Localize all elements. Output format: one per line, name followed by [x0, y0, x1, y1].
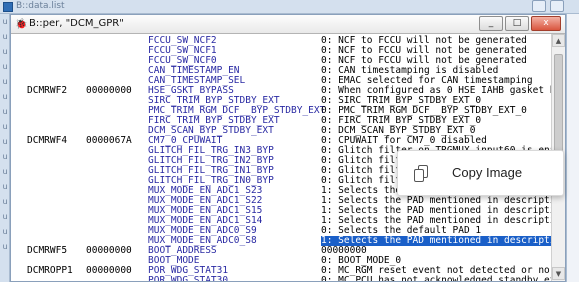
outer-minimize-button[interactable] — [532, 0, 546, 12]
left-strip-letter: u — [2, 122, 8, 131]
left-strip-letter: u — [2, 107, 8, 116]
outer-maximize-button[interactable] — [550, 0, 564, 12]
register-value[interactable]: 00000000 — [86, 246, 132, 256]
close-button[interactable]: x — [531, 16, 561, 31]
field-name: POR_WDG_STAT30 — [148, 275, 229, 282]
scroll-down-arrow-icon[interactable]: ▼ — [552, 267, 565, 280]
left-strip-letter: u — [2, 62, 8, 71]
scroll-up-arrow-icon[interactable]: ▲ — [552, 34, 565, 47]
maximize-button[interactable]: □ — [505, 16, 529, 31]
field-description[interactable]: 0: MC_PCU has not acknowledged standby e… — [321, 276, 551, 282]
app-icon — [3, 2, 13, 12]
left-strip-letter: u — [2, 137, 8, 146]
register-name: DCMROPP1 — [27, 265, 73, 276]
register-name: DCMRWF5 — [27, 245, 68, 256]
left-strip-letter: u — [2, 242, 8, 251]
outer-window-left-column: uuuuuuuuuuuuuuuu — [0, 14, 10, 282]
outer-window-title: B::data.list — [16, 1, 65, 11]
peripheral-window-titlebar[interactable]: 🐞 B::per, "DCM_GPR" _ □ x — [11, 15, 565, 34]
context-menu: Copy Image — [397, 150, 564, 196]
outer-window-titlebar: B::data.list — [0, 0, 579, 14]
table-row[interactable]: POR_WDG_STAT30 0: MC_PCU has not acknowle… — [11, 275, 551, 282]
left-strip-letter: u — [2, 17, 8, 26]
left-strip-letter: u — [2, 32, 8, 41]
left-strip-letter: u — [2, 227, 8, 236]
left-strip-letter: u — [2, 92, 8, 101]
left-strip-letter: u — [2, 77, 8, 86]
table-row[interactable]: DCMRWF5 00000000 BOOT_ADDRESS 00000000 — [11, 246, 551, 256]
outer-window-right-edge — [566, 14, 579, 282]
left-strip-letter: u — [2, 152, 8, 161]
copy-icon — [414, 165, 428, 182]
bug-icon: 🐞 — [15, 19, 28, 30]
copy-image-menu-item[interactable]: Copy Image — [452, 165, 522, 180]
minimize-button[interactable]: _ — [479, 16, 503, 31]
left-strip-letter: u — [2, 167, 8, 176]
register-name: DCMRWF2 — [27, 85, 68, 96]
peripheral-window-title: B::per, "DCM_GPR" — [29, 18, 124, 29]
left-strip-letter: u — [2, 182, 8, 191]
register-value[interactable]: 00000000 — [86, 266, 132, 276]
left-strip-letter: u — [2, 212, 8, 221]
left-strip-letter: u — [2, 47, 8, 56]
peripheral-window: 🐞 B::per, "DCM_GPR" _ □ x FCCU_SW_NCF2 0:… — [10, 14, 566, 282]
register-value[interactable]: 0000067A — [86, 136, 132, 146]
register-name: DCMRWF4 — [27, 135, 68, 146]
register-value[interactable]: 00000000 — [86, 86, 132, 96]
left-strip-letter: u — [2, 197, 8, 206]
